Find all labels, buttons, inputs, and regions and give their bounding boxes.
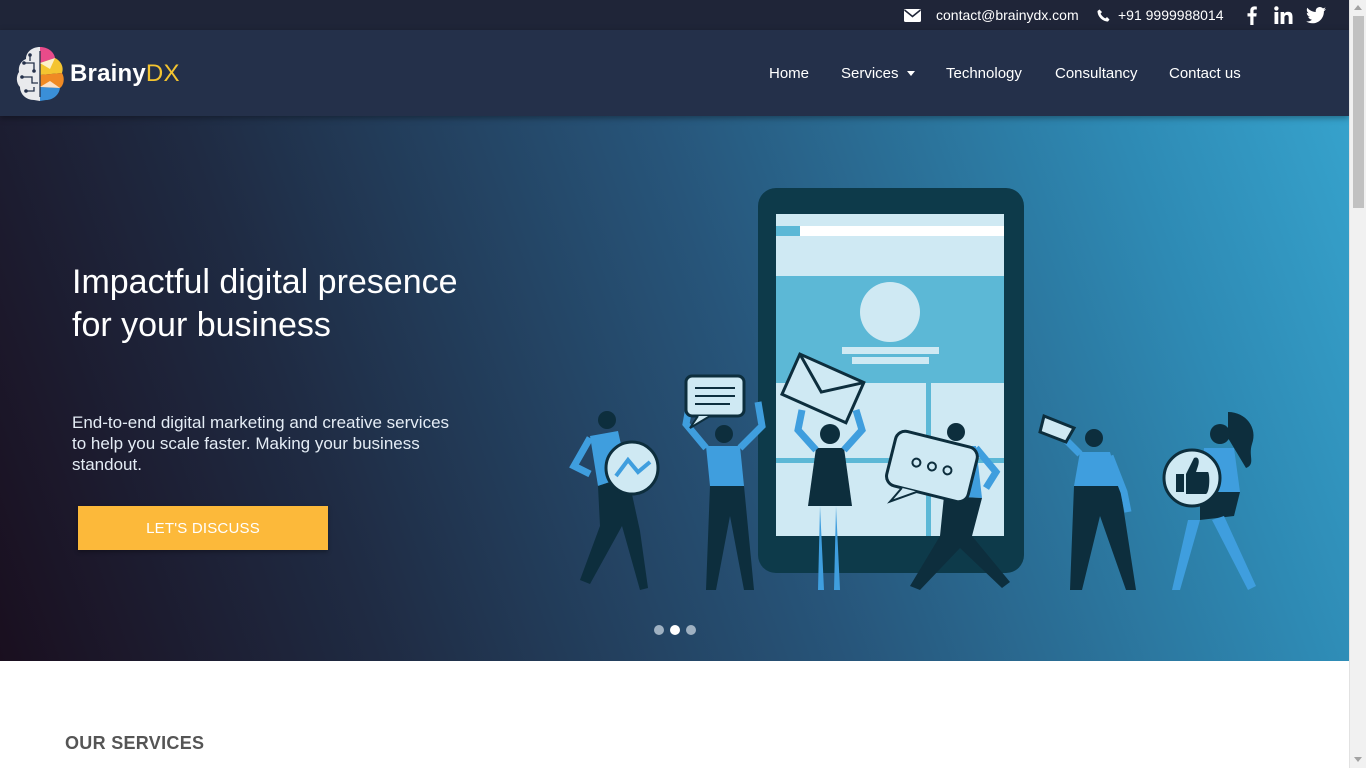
page-scrollbar[interactable] [1349, 0, 1366, 768]
nav-consultancy[interactable]: Consultancy [1055, 30, 1138, 116]
nav-contact-us[interactable]: Contact us [1169, 30, 1241, 116]
nav-services-label: Services [841, 64, 899, 82]
person-with-message-figure [682, 374, 766, 590]
email-contact[interactable]: contact@brainydx.com [904, 0, 1079, 30]
services-heading: OUR SERVICES [65, 733, 205, 753]
phone-contact[interactable]: +91 9999988014 [1097, 0, 1224, 30]
twitter-icon[interactable] [1305, 5, 1327, 25]
brand-logo[interactable]: BrainyDX [14, 42, 194, 106]
facebook-icon[interactable] [1244, 5, 1260, 25]
email-text[interactable]: contact@brainydx.com [936, 7, 1079, 23]
linkedin-icon[interactable] [1272, 5, 1294, 25]
person-with-chart-figure [569, 411, 660, 590]
hero-subtitle: End-to-end digital marketing and creativ… [72, 413, 450, 474]
brand-name-accent: DX [145, 60, 180, 87]
main-navbar: BrainyDX Home Services Technology Consul… [0, 30, 1349, 116]
nav-services[interactable]: Services [841, 30, 915, 116]
scroll-down-arrow-icon[interactable] [1354, 757, 1362, 762]
brand-name: BrainyDX [70, 60, 180, 88]
phone-text[interactable]: +91 9999988014 [1118, 7, 1224, 23]
lets-discuss-button[interactable]: LET'S DISCUSS [78, 506, 328, 550]
brand-name-main: Brainy [70, 60, 146, 87]
carousel-indicators [654, 625, 702, 635]
top-contact-bar: contact@brainydx.com +91 9999988014 [0, 0, 1349, 30]
phone-icon [1097, 9, 1110, 21]
brain-logo-icon [16, 47, 64, 101]
nav-home[interactable]: Home [769, 30, 809, 116]
person-with-megaphone-figure [1038, 413, 1136, 590]
nav-technology[interactable]: Technology [946, 30, 1022, 116]
marketing-team-illustration [569, 188, 1256, 590]
envelope-icon [904, 8, 921, 22]
hero-carousel: Impactful digital presence for your busi… [0, 116, 1349, 661]
carousel-dot-3[interactable] [686, 625, 696, 635]
chevron-down-icon [906, 70, 915, 76]
carousel-dot-2[interactable] [670, 625, 680, 635]
scrollbar-thumb[interactable] [1353, 16, 1364, 208]
page: contact@brainydx.com +91 9999988014 Brai… [0, 0, 1349, 768]
person-with-thumbs-up-figure [1162, 412, 1256, 590]
hero-title: Impactful digital presence for your busi… [72, 263, 458, 344]
scroll-up-arrow-icon[interactable] [1354, 5, 1362, 10]
carousel-dot-1[interactable] [654, 625, 664, 635]
